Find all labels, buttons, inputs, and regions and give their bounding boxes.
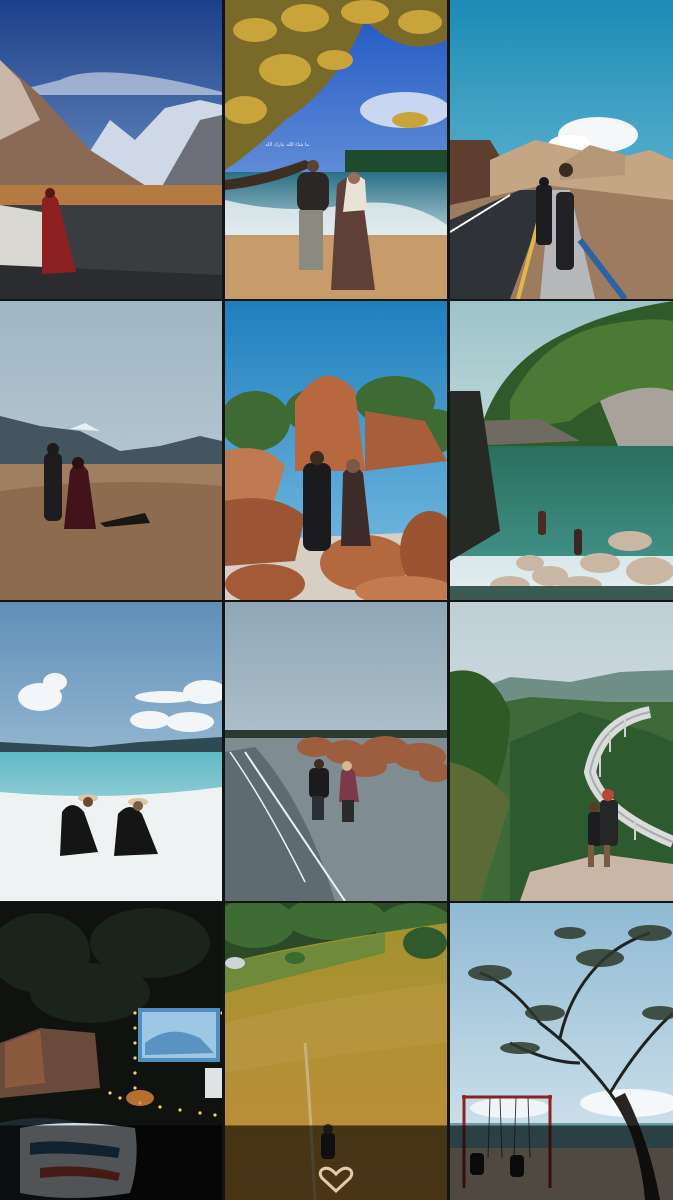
photo-tile-golden-hill[interactable] xyxy=(225,903,447,1200)
photo-wading xyxy=(225,602,447,901)
photo-mountain-river xyxy=(0,0,222,299)
photo-highway-bridge xyxy=(450,602,673,901)
heart-icon xyxy=(318,1166,354,1194)
photo-desert-walk xyxy=(0,301,222,600)
heart-hands-sticker xyxy=(316,1164,356,1194)
photo-tile-beach-couple[interactable]: ما شاء الله تبارك الله xyxy=(225,0,447,299)
photo-tile-sea-sitting[interactable] xyxy=(0,602,222,901)
photo-tile-red-rocks[interactable] xyxy=(225,301,447,600)
photo-tile-mountain-river[interactable] xyxy=(0,0,222,299)
photo-tree-swing xyxy=(450,903,673,1200)
tile-caption: ما شاء الله تبارك الله xyxy=(265,142,310,148)
photo-tile-wading[interactable] xyxy=(225,602,447,901)
photo-tile-cove[interactable] xyxy=(450,301,673,600)
photo-grid: ما شاء الله تبارك الله xyxy=(0,0,673,1200)
photo-tile-night-camping[interactable] xyxy=(0,903,222,1200)
photo-mountain-road xyxy=(450,0,673,299)
photo-tile-mountain-road[interactable] xyxy=(450,0,673,299)
photo-red-rocks xyxy=(225,301,447,600)
photo-sea-sitting xyxy=(0,602,222,901)
photo-golden-hill xyxy=(225,903,447,1200)
photo-tile-desert-walk[interactable] xyxy=(0,301,222,600)
photo-night-camping xyxy=(0,903,222,1200)
photo-tile-highway-bridge[interactable] xyxy=(450,602,673,901)
photo-tile-tree-swing[interactable] xyxy=(450,903,673,1200)
photo-cove xyxy=(450,301,673,600)
photo-beach-couple xyxy=(225,0,447,299)
